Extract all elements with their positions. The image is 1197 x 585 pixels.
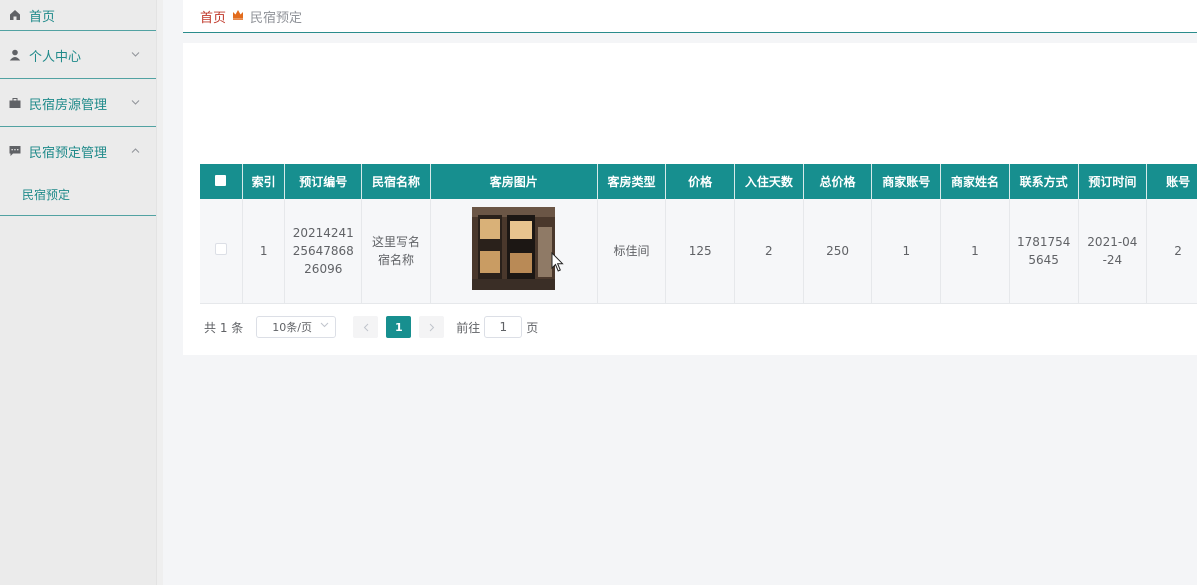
column-header: 民宿名称 (361, 164, 431, 199)
cell-phone: 1781754 5645 (1009, 199, 1079, 304)
column-header: 客房图片 (430, 164, 598, 199)
sidebar-item-label: 民宿房源管理 (29, 97, 108, 113)
cell-line: 这里写名 (372, 235, 421, 249)
cell-homestay-name: 这里写名 宿名称 (361, 199, 431, 304)
cell-total: 250 (803, 199, 873, 304)
cell-account: 2 (1146, 199, 1197, 304)
sidebar-item-booking-management[interactable]: 民宿预定管理 (0, 128, 156, 174)
breadcrumb-current: 民宿预定 (250, 10, 303, 26)
divider (0, 78, 156, 79)
column-header: 联系方式 (1009, 164, 1079, 199)
cell-index: 1 (242, 199, 286, 304)
goto-suffix: 页 (526, 320, 539, 335)
page-number-button[interactable]: 1 (386, 316, 412, 338)
pagination-total: 共 1 条 (204, 320, 244, 335)
column-header: 客房类型 (597, 164, 667, 199)
page-size-value: 10条/页 (272, 321, 312, 334)
column-header: 入住天数 (734, 164, 804, 199)
breadcrumb: 首页 民宿预定 (183, 0, 1197, 33)
booking-table: 索引 预订编号 民宿名称 客房图片 客房类型 价格 入住天数 总价格 商家账号 … (200, 164, 1197, 304)
cell-days: 2 (734, 199, 804, 304)
cell-merchant-name: 1 (940, 199, 1010, 304)
cell-line: 26096 (304, 262, 343, 276)
breadcrumb-home-link[interactable]: 首页 (200, 7, 226, 26)
cell-room-type: 标佳间 (597, 199, 667, 304)
select-all-checkbox[interactable] (200, 164, 243, 199)
cell-line: 1781754 (1016, 235, 1071, 249)
cell-booking-time: 2021-04 -24 (1078, 199, 1148, 304)
cell-merchant-account: 1 (871, 199, 942, 304)
table-row[interactable]: 1 20214241 25647868 26096 这里写名 宿名称 标佳间 1… (200, 199, 1197, 304)
goto-label: 前往 (456, 320, 481, 335)
column-header: 索引 (242, 164, 286, 199)
cell-room-image (430, 199, 598, 304)
divider (0, 215, 156, 216)
cell-line: 2021-04 (1087, 235, 1138, 249)
column-header: 总价格 (803, 164, 873, 199)
column-header: 商家姓名 (940, 164, 1010, 199)
page-size-select[interactable]: 10条/页 (256, 316, 337, 338)
sidebar-item-label: 民宿预定管理 (29, 145, 108, 161)
briefcase-icon (8, 96, 22, 110)
divider (0, 126, 156, 127)
column-header: 账号 (1146, 164, 1197, 199)
sidebar: 首页 个人中心 民宿房源管理 民宿预定管理 民宿预定 (0, 0, 157, 585)
crown-icon (232, 9, 244, 23)
sidebar-item-house-management[interactable]: 民宿房源管理 (0, 80, 156, 126)
row-checkbox[interactable] (200, 199, 243, 304)
user-icon (8, 48, 22, 62)
next-page-button[interactable] (419, 316, 445, 338)
message-icon (8, 144, 22, 158)
cell-line: -24 (1102, 253, 1123, 267)
cell-line: 5645 (1028, 253, 1059, 267)
chevron-up-icon (131, 146, 140, 157)
pagination: 共 1 条 10条/页 1 前往 页 (204, 316, 538, 338)
column-header: 商家账号 (871, 164, 942, 199)
chevron-down-icon (131, 50, 140, 61)
column-header: 预订时间 (1078, 164, 1148, 199)
cell-line: 25647868 (292, 244, 354, 258)
cell-order-no: 20214241 25647868 26096 (284, 199, 363, 304)
divider (0, 30, 156, 31)
goto-page-input[interactable] (484, 316, 523, 338)
sidebar-item-label: 首页 (29, 9, 56, 25)
sidebar-subitem-booking[interactable]: 民宿预定 (0, 174, 156, 214)
sidebar-item-label: 个人中心 (29, 49, 82, 65)
cell-line: 20214241 (292, 226, 354, 240)
home-icon (8, 8, 22, 22)
column-header: 预订编号 (284, 164, 363, 199)
prev-page-button[interactable] (353, 316, 379, 338)
cell-price: 125 (665, 199, 735, 304)
mouse-cursor-icon (551, 251, 564, 276)
chevron-down-icon (320, 321, 329, 331)
sidebar-item-personal-center[interactable]: 个人中心 (0, 32, 156, 78)
layout-gap (157, 0, 163, 585)
sidebar-subitem-label: 民宿预定 (22, 187, 71, 202)
table-header-row: 索引 预订编号 民宿名称 客房图片 客房类型 价格 入住天数 总价格 商家账号 … (200, 164, 1197, 199)
column-header: 价格 (665, 164, 735, 199)
chevron-down-icon (131, 98, 140, 109)
room-photo[interactable] (472, 207, 556, 290)
cell-line: 宿名称 (378, 253, 415, 267)
